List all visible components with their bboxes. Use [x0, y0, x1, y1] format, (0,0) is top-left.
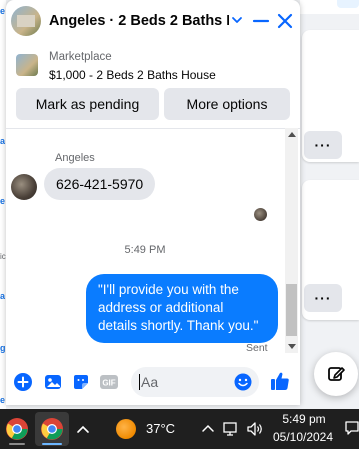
- mark-as-pending-button[interactable]: Mark as pending: [16, 88, 159, 120]
- background-left-link: at: [0, 291, 5, 301]
- text-caret: [139, 374, 140, 390]
- compose-icon: [328, 367, 345, 381]
- volume-icon[interactable]: [246, 421, 264, 437]
- listing-thumbnail[interactable]: [16, 54, 38, 76]
- background-more-button[interactable]: ···: [304, 131, 342, 159]
- notification-icon[interactable]: [345, 420, 359, 436]
- outgoing-message[interactable]: "I'll provide you with the address or ad…: [86, 274, 278, 343]
- chat-title[interactable]: Angeles · 2 Beds 2 Baths H…: [49, 13, 229, 29]
- chevron-up-icon[interactable]: [201, 422, 215, 434]
- background-left-link: e: [0, 395, 5, 405]
- background-left-link: at: [0, 136, 5, 146]
- chevron-up-icon[interactable]: [76, 423, 90, 435]
- message-status: Sent: [246, 342, 268, 354]
- weather-icon[interactable]: [116, 419, 136, 439]
- attach-photo-button[interactable]: [43, 372, 63, 392]
- network-icon[interactable]: [222, 421, 240, 437]
- photo-icon: [45, 375, 61, 389]
- sticker-button[interactable]: [71, 372, 91, 392]
- chevron-down-icon[interactable]: [231, 14, 243, 26]
- message-input-wrapper: [131, 367, 259, 397]
- clock-time[interactable]: 5:49 pm: [276, 412, 332, 426]
- new-message-button[interactable]: [314, 352, 358, 396]
- minimize-icon[interactable]: [252, 12, 270, 30]
- scroll-up-arrow[interactable]: [288, 132, 296, 137]
- chrome-icon: [41, 418, 63, 440]
- gif-button[interactable]: GIF: [99, 372, 119, 392]
- taskbar: 37°C 5:49 pm 05/10/2024: [0, 409, 359, 449]
- scrollbar-thumb[interactable]: [286, 284, 297, 336]
- add-button[interactable]: [13, 372, 33, 392]
- chat-header[interactable]: Angeles · 2 Beds 2 Baths H…: [6, 0, 300, 42]
- chat-window: Angeles · 2 Beds 2 Baths H… Marketplace …: [6, 0, 300, 405]
- svg-text:GIF: GIF: [102, 379, 115, 388]
- close-icon[interactable]: [276, 12, 294, 30]
- background-left-link: g: [0, 343, 5, 353]
- clock-date[interactable]: 05/10/2024: [270, 430, 336, 444]
- thumbs-up-icon: [271, 372, 289, 390]
- background-left-link: e: [0, 6, 5, 16]
- sender-avatar[interactable]: [11, 174, 37, 200]
- app-active-indicator: [42, 443, 62, 445]
- incoming-message[interactable]: 626-421-5970: [44, 168, 156, 200]
- message-timestamp: 5:49 PM: [124, 244, 166, 256]
- message-input[interactable]: [139, 372, 235, 392]
- like-button[interactable]: [269, 370, 291, 392]
- sender-name: Angeles: [55, 152, 95, 164]
- background-left-link: e: [0, 196, 5, 206]
- message-list: Angeles 626-421-5970 5:49 PM "I'll provi…: [6, 128, 300, 354]
- taskbar-chrome-app[interactable]: [0, 412, 34, 446]
- listing-source: Marketplace: [49, 51, 112, 63]
- weather-temperature[interactable]: 37°C: [146, 421, 175, 436]
- scroll-down-arrow[interactable]: [288, 344, 296, 349]
- background-more-button[interactable]: ···: [304, 284, 342, 312]
- gif-icon: GIF: [100, 375, 118, 389]
- composer: GIF: [6, 362, 300, 402]
- emoji-icon[interactable]: [233, 372, 253, 392]
- more-options-button[interactable]: More options: [164, 88, 290, 120]
- app-running-indicator: [9, 443, 25, 445]
- read-receipt-avatar: [254, 208, 267, 221]
- background-top-tab: [337, 0, 359, 8]
- add-icon: [14, 373, 32, 391]
- listing-title[interactable]: $1,000 - 2 Beds 2 Baths House: [49, 68, 216, 82]
- listing-avatar[interactable]: [11, 6, 41, 36]
- sticker-icon: [74, 375, 88, 389]
- listing-summary: Marketplace $1,000 - 2 Beds 2 Baths Hous…: [6, 42, 300, 129]
- chrome-icon: [6, 418, 28, 440]
- taskbar-chrome-app-active[interactable]: [35, 412, 69, 446]
